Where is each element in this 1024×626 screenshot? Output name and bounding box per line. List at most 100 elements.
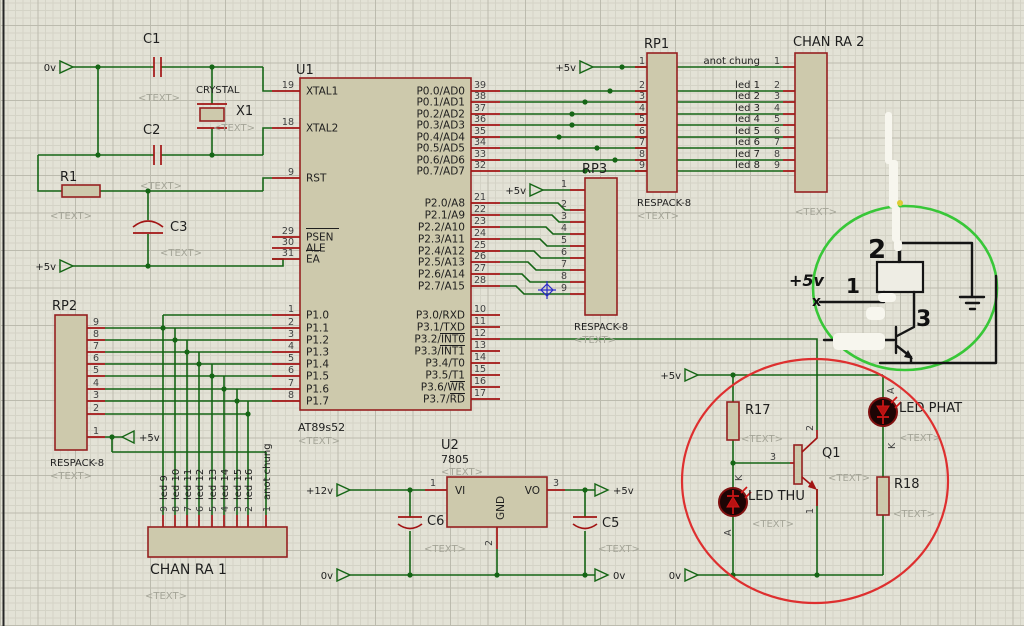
pin-number: 36 <box>474 114 486 125</box>
net-label: led 13 <box>208 469 219 500</box>
mcu-u1[interactable]: U1 AT89s52 <TEXT> 19 18 9 29 30 31 1 2 3… <box>272 63 500 447</box>
component-ref: C3 <box>170 220 187 235</box>
placeholder-text: <TEXT> <box>424 544 466 555</box>
pin-number: 8 <box>93 329 99 340</box>
net-label: led 15 <box>233 469 244 500</box>
respack-rp1[interactable]: RP1 RESPACK-8 <TEXT> 1 2 3 4 5 6 7 8 9 <box>635 37 691 222</box>
regulator-u2[interactable]: U2 7805 <TEXT> VI VO GND 1 3 2 <box>425 438 565 549</box>
pin-label: P0.5/AD5 <box>416 143 465 155</box>
connector-chanra2[interactable]: CHAN RA 2 <TEXT> 1 2 3 4 5 6 7 8 9 <box>774 35 864 218</box>
terminal-label: +5v <box>613 486 634 497</box>
pin-number: 3 <box>774 91 780 102</box>
pin-number: 9 <box>774 160 780 171</box>
pin-number: 1 <box>288 304 294 315</box>
yellow-mark <box>897 200 903 206</box>
respack-rp3[interactable]: RP3 RESPACK-8 <TEXT> 1 2 3 4 5 6 7 8 9 <box>561 162 628 346</box>
power-terminal-5v-rp1[interactable]: +5v <box>555 59 595 75</box>
component-value: 7805 <box>441 453 469 466</box>
pin-number: 18 <box>282 117 294 128</box>
pin-number: 7 <box>774 137 780 148</box>
respack-rp2[interactable]: RP2 RESPACK-8 <TEXT> 9 8 7 6 5 4 3 2 1 <box>50 299 105 482</box>
component-ref: LED PHAT <box>899 401 962 416</box>
handwritten-1: 1 <box>846 274 860 298</box>
pin-label: P3.1/TXD <box>417 322 465 334</box>
led-thu[interactable]: LED THU <TEXT> K A <box>718 474 805 536</box>
capacitor-c5[interactable]: C5 <TEXT> <box>572 516 640 555</box>
power-terminal-5v-driver[interactable]: +5v <box>660 367 700 383</box>
pin-number: 31 <box>282 248 294 259</box>
pin-label: P3.6/WR <box>421 382 465 394</box>
pin-label: XTAL2 <box>306 123 338 135</box>
handwritten-x: x <box>812 294 821 310</box>
crystal-x1[interactable]: CRYSTAL X1 <TEXT> <box>196 85 255 134</box>
pin-number: 38 <box>474 91 486 102</box>
component-ref: C1 <box>143 32 160 47</box>
component-ref: X1 <box>236 104 253 119</box>
power-terminal-5v-ea[interactable]: +5v <box>35 258 75 274</box>
pin-label: P1.2 <box>306 335 329 347</box>
connector-chanra1[interactable]: CHAN RA 1 <TEXT> 9 8 7 6 5 4 3 2 1 <box>145 506 288 602</box>
power-terminal-5v-rp2[interactable]: +5v <box>120 429 160 445</box>
placeholder-text: <TEXT> <box>138 93 180 104</box>
net-label: led 6 <box>735 137 760 148</box>
power-terminal-0v-top[interactable]: 0v <box>44 59 75 75</box>
pin-label: P1.6 <box>306 384 329 396</box>
pin-label: K <box>734 474 745 481</box>
placeholder-text: <TEXT> <box>145 591 187 602</box>
component-ref: R18 <box>894 477 920 492</box>
pin-number: 17 <box>474 388 486 399</box>
terminal-label: 0v <box>321 571 333 582</box>
pin-number: 3 <box>233 506 244 512</box>
power-terminal-12v[interactable]: +12v <box>306 482 352 498</box>
placeholder-text: <TEXT> <box>213 123 255 134</box>
terminal-label: +5v <box>139 433 160 444</box>
capacitor-c3[interactable]: C3 <TEXT> <box>132 220 202 259</box>
capacitor-c2[interactable]: C2 <box>143 123 162 165</box>
pin-number: 1 <box>93 426 99 437</box>
component-ref: R17 <box>745 403 771 418</box>
resistor-r1[interactable]: R1 <TEXT> <TEXT> <box>50 170 182 222</box>
pin-number: 7 <box>93 341 99 352</box>
net-label: led 16 <box>244 469 255 500</box>
pin-number: 2 <box>774 80 780 91</box>
handwritten-5v: +5v <box>789 271 825 290</box>
component-ref: RP1 <box>644 37 669 52</box>
resistor-r17[interactable]: R17 <TEXT> <box>726 401 783 445</box>
placeholder-text: <TEXT> <box>795 207 837 218</box>
power-terminal-0v-driver[interactable]: 0v <box>669 567 700 583</box>
pin-number: 8 <box>561 271 567 282</box>
pin-label: XTAL1 <box>306 86 338 98</box>
pin-label: A <box>886 387 897 394</box>
pin-number: 4 <box>220 506 231 512</box>
pin-number: 6 <box>774 126 780 137</box>
capacitor-c1[interactable]: C1 <TEXT> <box>138 32 180 104</box>
pin-number: 4 <box>288 341 294 352</box>
component-ref: C5 <box>602 516 619 531</box>
pin-number: 8 <box>171 506 182 512</box>
power-terminal-0v-u2-left[interactable]: 0v <box>321 567 352 583</box>
pin-number: 16 <box>474 376 486 387</box>
pin-number: 1 <box>639 56 645 67</box>
net-label: anot chung <box>262 443 273 500</box>
terminal-label: 0v <box>613 571 625 582</box>
pin-number: 1 <box>561 179 567 190</box>
pin-label: P3.0/RXD <box>416 310 465 322</box>
pin-label: P3.5/T1 <box>425 370 465 382</box>
pin-number: 7 <box>183 506 194 512</box>
terminal-label: +5v <box>505 186 526 197</box>
pin-number: 3 <box>288 329 294 340</box>
power-terminal-5v-rp3[interactable]: +5v <box>505 182 545 198</box>
net-label: led 10 <box>171 469 182 500</box>
power-terminal-0v-u2-right[interactable]: 0v <box>594 567 625 583</box>
power-terminal-5v-u2[interactable]: +5v <box>594 482 634 498</box>
pin-number: 29 <box>282 226 294 237</box>
pin-label: P0.7/AD7 <box>416 166 465 178</box>
pin-label: P2.6/A14 <box>418 269 465 281</box>
component-ref: U1 <box>296 63 314 78</box>
pin-label: GND <box>495 496 507 520</box>
component-ref: R1 <box>60 170 77 185</box>
resistor-r18[interactable]: R18 <TEXT> <box>876 476 935 520</box>
terminal-label: +5v <box>660 371 681 382</box>
pin-label: P1.4 <box>306 359 329 371</box>
pin-number: 33 <box>474 149 486 160</box>
